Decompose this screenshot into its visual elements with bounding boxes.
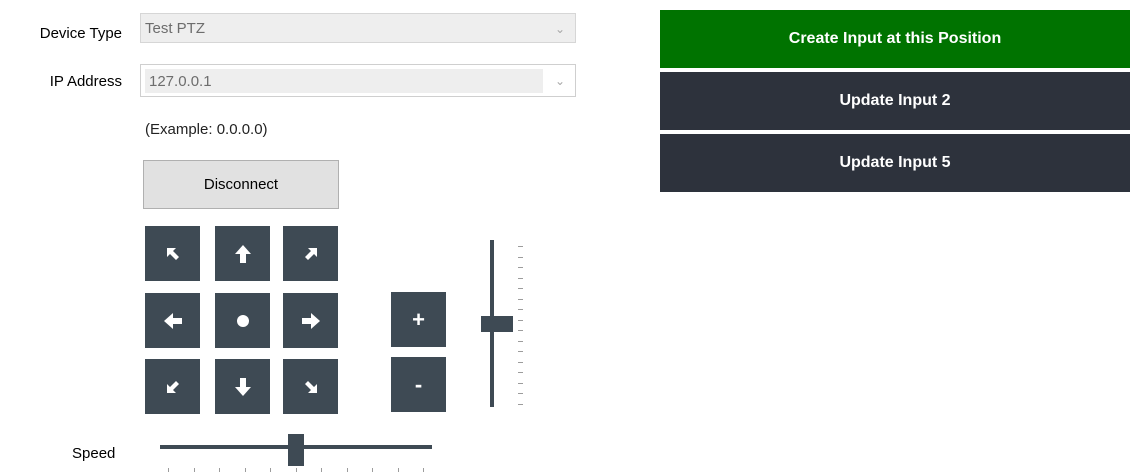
speed-tick (423, 468, 424, 472)
arrow-up-left-icon (164, 245, 182, 263)
zoom-out-button[interactable]: - (391, 357, 446, 412)
speed-tick (295, 468, 297, 472)
home-dot-icon (236, 314, 250, 328)
update-input-2-button[interactable]: Update Input 2 (660, 72, 1130, 130)
pan-down-left-button[interactable] (145, 359, 200, 414)
pan-down-right-button[interactable] (283, 359, 338, 414)
speed-tick (193, 468, 195, 472)
arrow-up-right-icon (302, 245, 320, 263)
device-type-label: Device Type (39, 25, 122, 42)
zoom-tick (518, 298, 523, 300)
speed-tick (321, 468, 322, 472)
arrow-down-icon (234, 377, 252, 397)
zoom-in-button[interactable]: + (391, 292, 446, 347)
zoom-tick (518, 382, 523, 384)
speed-tick (397, 468, 399, 472)
pan-down-button[interactable] (215, 359, 270, 414)
zoom-slider[interactable] (478, 238, 528, 410)
speed-label: Speed (72, 445, 116, 462)
device-type-select[interactable]: Test PTZ ⌄ (140, 13, 576, 43)
device-type-value: Test PTZ (145, 19, 206, 37)
arrow-up-icon (234, 244, 252, 264)
speed-slider[interactable] (155, 434, 435, 474)
pan-up-right-button[interactable] (283, 226, 338, 281)
zoom-tick (518, 351, 523, 352)
arrow-right-icon (301, 312, 321, 330)
zoom-tick (518, 277, 523, 279)
arrow-down-right-icon (302, 378, 320, 396)
zoom-tick (518, 288, 523, 289)
arrow-left-icon (163, 312, 183, 330)
zoom-tick (518, 393, 523, 394)
home-button[interactable] (215, 293, 270, 348)
ip-address-input[interactable]: 127.0.0.1 ⌄ (140, 64, 576, 97)
speed-tick (270, 468, 271, 472)
speed-tick (168, 468, 169, 472)
speed-tick (346, 468, 348, 472)
chevron-down-icon: ⌄ (554, 22, 565, 36)
speed-tick (219, 468, 220, 472)
speed-tick (372, 468, 373, 472)
zoom-tick (518, 246, 523, 247)
zoom-tick (518, 309, 523, 310)
zoom-slider-thumb[interactable] (481, 315, 513, 332)
zoom-tick (518, 403, 523, 405)
create-input-button[interactable]: Create Input at this Position (660, 10, 1130, 68)
ip-address-label: IP Address (49, 73, 122, 90)
zoom-tick (518, 340, 523, 342)
chevron-down-icon: ⌄ (554, 74, 565, 88)
update-input-5-button[interactable]: Update Input 5 (660, 134, 1130, 192)
zoom-tick (518, 330, 523, 331)
pan-up-left-button[interactable] (145, 226, 200, 281)
disconnect-button[interactable]: Disconnect (143, 160, 339, 209)
zoom-tick (518, 319, 523, 321)
zoom-tick (518, 361, 523, 363)
pan-right-button[interactable] (283, 293, 338, 348)
pan-left-button[interactable] (145, 293, 200, 348)
zoom-tick (518, 267, 523, 268)
ip-address-value: 127.0.0.1 (145, 69, 543, 93)
zoom-tick (518, 256, 523, 258)
arrow-down-left-icon (164, 378, 182, 396)
zoom-tick (518, 372, 523, 373)
ip-example-hint: (Example: 0.0.0.0) (145, 121, 268, 138)
pan-up-button[interactable] (215, 226, 270, 281)
speed-tick (244, 468, 246, 472)
speed-slider-thumb[interactable] (288, 434, 304, 466)
